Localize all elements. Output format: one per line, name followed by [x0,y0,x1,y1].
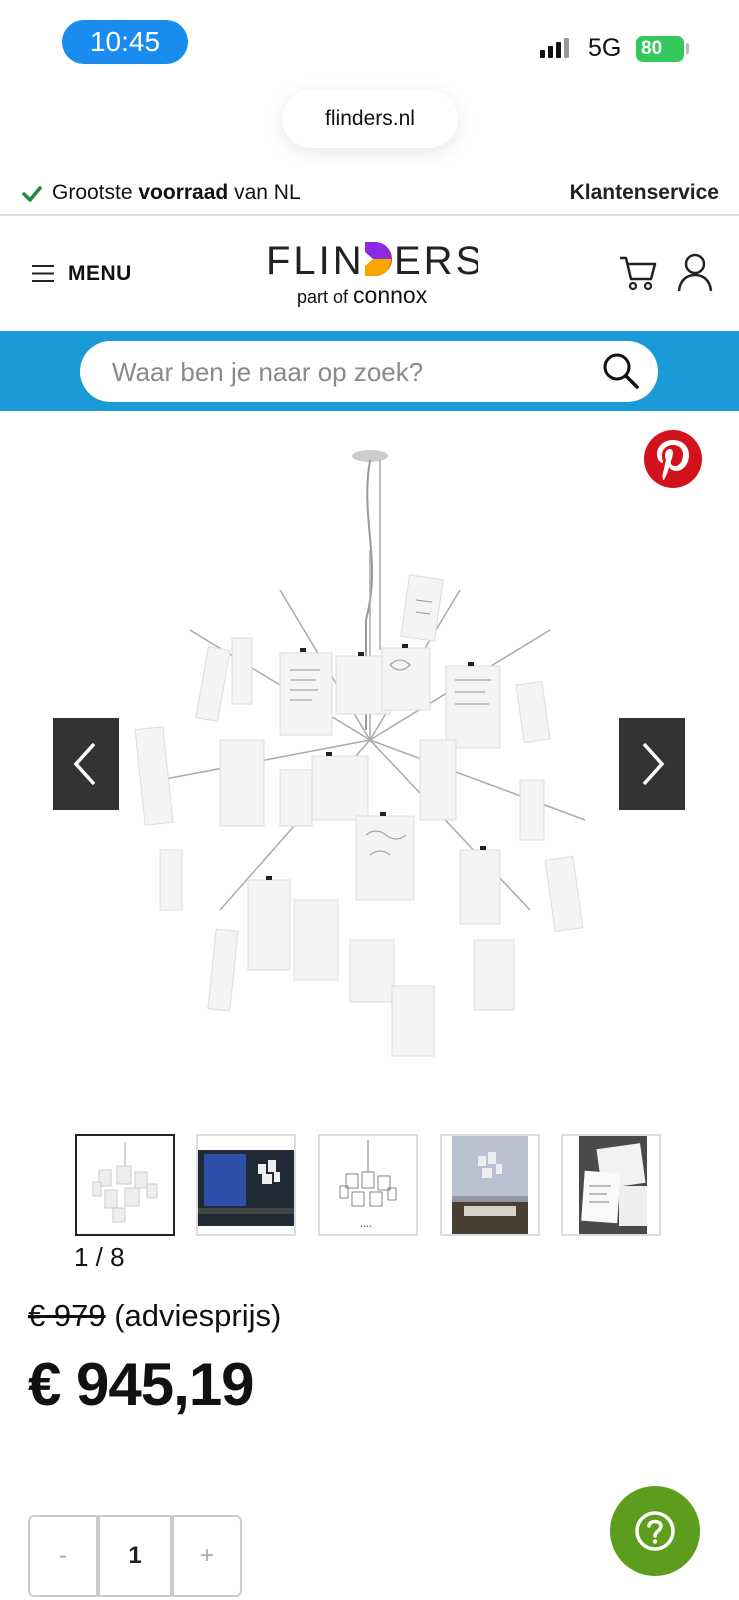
thumbnail-image [579,1136,647,1234]
logo-sub-brand: connox [353,282,428,308]
next-image-button[interactable] [619,718,685,810]
old-price-value: € 979 [28,1298,106,1333]
check-icon [22,186,42,202]
chevron-left-icon [73,742,96,786]
cart-icon[interactable] [618,252,658,292]
pinterest-logo [657,440,689,480]
thumbnail-image [452,1136,528,1234]
network-label: 5G [588,34,622,62]
search-input[interactable] [110,353,584,391]
promo-prefix: Grootste [52,181,139,204]
user-icon[interactable] [676,252,714,292]
pinterest-icon[interactable] [644,430,702,488]
menu-button[interactable]: MENU [68,262,132,286]
logo-wordmark: FLIN ERS [266,239,482,283]
search-icon[interactable] [600,350,640,390]
thumbnail[interactable] [440,1134,540,1236]
chevron-right-icon [642,742,665,786]
status-time: 10:45 [62,20,188,64]
svg-text:••••: •••• [360,1224,372,1230]
current-price: € 945,19 [28,1351,255,1418]
hamburger-icon[interactable] [32,265,54,282]
question-icon [635,1511,675,1551]
prev-image-button[interactable] [53,718,119,810]
logo-sub-prefix: part of [297,287,349,307]
promo-bold: voorraad [138,181,229,204]
signal-icon [540,38,569,58]
thumbnail[interactable] [196,1134,296,1236]
thumbnail-image [92,1142,158,1223]
battery-tip [686,43,689,54]
product-image[interactable] [130,440,610,1070]
help-button[interactable] [610,1486,700,1576]
customer-service-link[interactable]: Klantenservice [570,181,719,205]
quantity-decrement-button[interactable]: - [28,1515,98,1597]
battery-icon: 80 [636,36,684,62]
thumbnail-image: •••• [339,1140,397,1230]
image-counter: 1 / 8 [74,1242,125,1272]
thumbnail[interactable]: •••• [318,1134,418,1236]
logo-subtitle: part of connox [297,282,427,309]
battery-level: 80 [641,38,663,59]
quantity-input[interactable]: 1 [98,1515,172,1597]
svg-text:FLIN: FLIN [266,239,365,282]
svg-text:ERS: ERS [394,239,478,282]
promo-suffix: van NL [228,181,301,204]
thumbnail[interactable] [75,1134,175,1236]
promo-text: Grootste voorraad van NL [52,181,301,205]
thumbnail-image [198,1150,294,1226]
thumbnail[interactable] [561,1134,661,1236]
old-price-note: (adviesprijs) [114,1298,282,1333]
url-bar[interactable]: flinders.nl [282,90,458,148]
quantity-increment-button[interactable]: + [172,1515,242,1597]
old-price: € 979 (adviesprijs) [28,1298,281,1334]
